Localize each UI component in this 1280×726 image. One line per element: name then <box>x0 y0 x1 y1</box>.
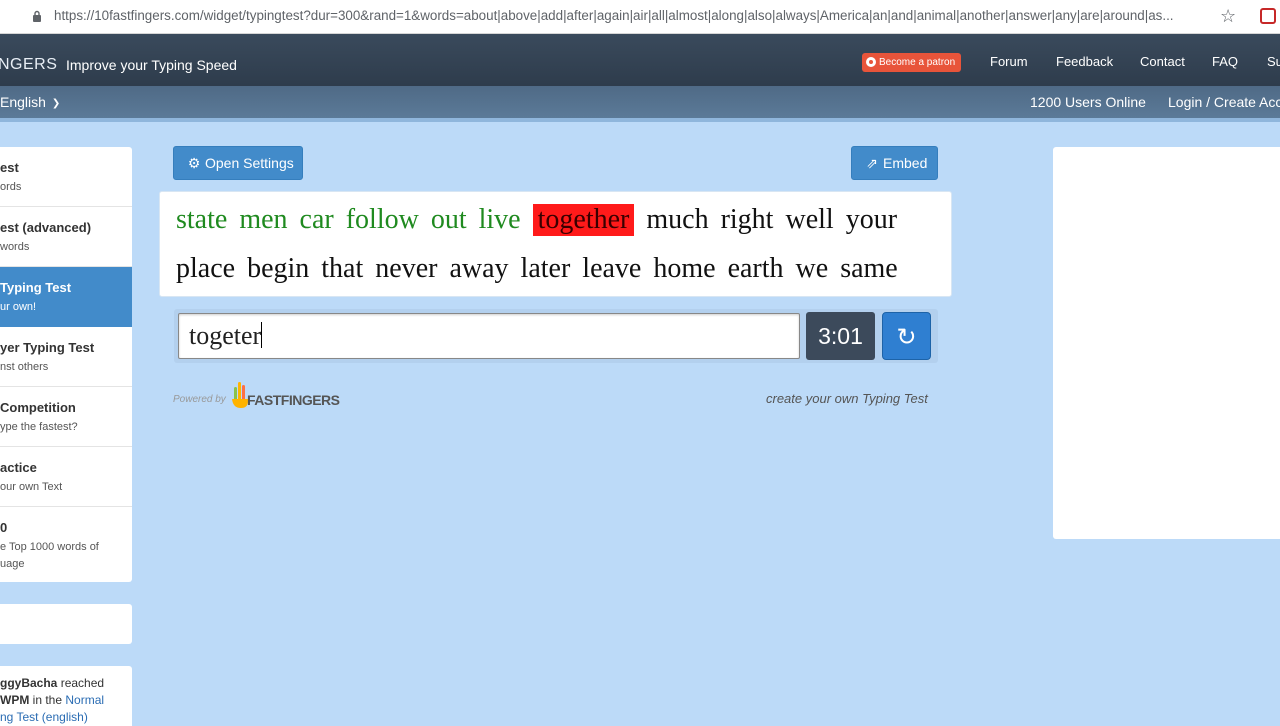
open-settings-button[interactable]: ⚙ Open Settings <box>173 146 303 180</box>
word-current: together <box>532 204 635 236</box>
nav-contact[interactable]: Contact <box>1140 54 1185 69</box>
patreon-icon <box>866 57 876 67</box>
text-caret <box>261 322 263 348</box>
word-correct: live <box>478 204 521 235</box>
activity-user[interactable]: ggyBacha <box>0 676 57 690</box>
activity-line: ng Test (english) <box>0 710 88 724</box>
word: never <box>375 253 438 284</box>
word-correct: follow <box>345 204 419 235</box>
countdown-timer: 3:01 <box>806 312 875 360</box>
logo-text: FASTFINGERS <box>247 392 340 408</box>
settings-label: Open Settings <box>205 155 294 171</box>
word: much <box>646 204 709 235</box>
sidebar-item-title: yer Typing Test <box>0 340 95 355</box>
sidebar-item-text-practice[interactable]: actice our own Text <box>0 447 132 507</box>
fastfingers-logo[interactable]: FASTFINGERS <box>231 381 340 409</box>
language-dropdown[interactable]: English ❯ <box>0 94 60 110</box>
sidebar-item-top-1000[interactable]: 0 e Top 1000 words of uage <box>0 507 132 582</box>
lock-icon <box>33 10 41 22</box>
become-patron-button[interactable]: Become a patron <box>862 53 961 72</box>
sidebar-item-subtitle: nst others <box>0 361 49 373</box>
reload-icon: ↻ <box>896 324 917 351</box>
word: leave <box>582 253 642 284</box>
word: well <box>785 204 834 235</box>
typed-text: togeter <box>189 321 262 350</box>
sub-navbar: English ❯ 1200 Users Online Login / Creat… <box>0 86 1280 122</box>
restart-button[interactable]: ↻ <box>882 312 931 360</box>
sidebar-item-title: est <box>0 160 19 175</box>
word-correct: state <box>176 204 228 235</box>
embed-button[interactable]: ⇗ Embed <box>851 146 938 180</box>
sidebar-item-custom-test[interactable]: Typing Test ur own! <box>0 267 132 327</box>
activity-text: in the <box>29 693 66 707</box>
word: away <box>449 253 509 284</box>
sidebar-item-advanced-test[interactable]: est (advanced) words <box>0 207 132 267</box>
powered-by-label: Powered by <box>173 394 226 405</box>
embed-label: Embed <box>883 155 928 171</box>
create-test-link[interactable]: create your own Typing Test <box>766 391 928 406</box>
sidebar: est ords est (advanced) words Typing Tes… <box>0 147 132 582</box>
sidebar-item-title: actice <box>0 460 37 475</box>
sidebar-item-subtitle: ords <box>0 181 22 193</box>
word-row: state men car follow out live together m… <box>176 204 902 236</box>
word-row: place begin that never away later leave … <box>176 253 903 285</box>
language-label: English <box>0 94 46 110</box>
nav-feedback[interactable]: Feedback <box>1056 54 1113 69</box>
bookmark-star-icon[interactable]: ☆ <box>1220 6 1236 27</box>
nav-forum[interactable]: Forum <box>990 54 1028 69</box>
site-logo[interactable]: NGERS <box>0 56 57 74</box>
extension-icon[interactable] <box>1260 8 1276 24</box>
patron-label: Become a patron <box>879 57 956 68</box>
site-tagline: Improve your Typing Speed <box>66 57 237 73</box>
word-correct: car <box>299 204 334 235</box>
word: earth <box>727 253 784 284</box>
sidebar-item-subtitle: uage <box>0 558 25 570</box>
word: we <box>795 253 829 284</box>
site-header: NGERS Improve your Typing Speed Become a… <box>0 34 1280 86</box>
sidebar-item-title: est (advanced) <box>0 220 92 235</box>
activity-test-link[interactable]: ng Test (english) <box>0 710 88 724</box>
login-link[interactable]: Login / Create Acc <box>1168 94 1280 110</box>
activity-test-link[interactable]: Normal <box>65 693 104 707</box>
word: place <box>176 253 236 284</box>
ad-panel <box>1053 147 1280 539</box>
users-online: 1200 Users Online <box>1030 94 1146 110</box>
word: that <box>321 253 364 284</box>
sidebar-item-subtitle: ype the fastest? <box>0 421 78 433</box>
sidebar-item-subtitle: e Top 1000 words of <box>0 541 99 553</box>
sidebar-item-subtitle: words <box>0 241 30 253</box>
word-display: state men car follow out live together m… <box>159 191 952 297</box>
typing-controls: togeter 3:01 ↻ <box>174 309 938 363</box>
word-correct: out <box>430 204 467 235</box>
browser-address-bar: https://10fastfingers.com/widget/typingt… <box>0 0 1280 34</box>
recent-activity-panel: ggyBacha reached WPM in the Normal ng Te… <box>0 666 132 726</box>
sidebar-item-competition[interactable]: Competition ype the fastest? <box>0 387 132 447</box>
chevron-down-icon: ❯ <box>51 98 61 109</box>
sidebar-item-title: 0 <box>0 520 8 535</box>
typing-input[interactable]: togeter <box>178 313 800 359</box>
sidebar-item-title: Typing Test <box>0 280 72 295</box>
sidebar-item-title: Competition <box>0 400 76 415</box>
activity-line: ggyBacha reached <box>0 676 104 690</box>
sidebar-item-multiplayer-test[interactable]: yer Typing Test nst others <box>0 327 132 387</box>
word: right <box>720 204 774 235</box>
url-text[interactable]: https://10fastfingers.com/widget/typingt… <box>54 8 1206 26</box>
nav-faq[interactable]: FAQ <box>1212 54 1238 69</box>
sidebar-item-subtitle: our own Text <box>0 481 63 493</box>
word: home <box>653 253 716 284</box>
word: your <box>845 204 898 235</box>
word: later <box>520 253 571 284</box>
sidebar-item-subtitle: ur own! <box>0 301 37 313</box>
nav-support[interactable]: Su <box>1267 54 1280 69</box>
gear-icon: ⚙ <box>187 155 201 171</box>
activity-text: reached <box>57 676 105 690</box>
sidebar-empty-panel <box>0 604 132 644</box>
word: begin <box>247 253 310 284</box>
word: same <box>840 253 898 284</box>
word-correct: men <box>239 204 288 235</box>
share-icon: ⇗ <box>866 155 878 171</box>
activity-wpm: WPM <box>0 693 30 707</box>
activity-line: WPM in the Normal <box>0 693 104 707</box>
sidebar-item-typing-test[interactable]: est ords <box>0 147 132 207</box>
